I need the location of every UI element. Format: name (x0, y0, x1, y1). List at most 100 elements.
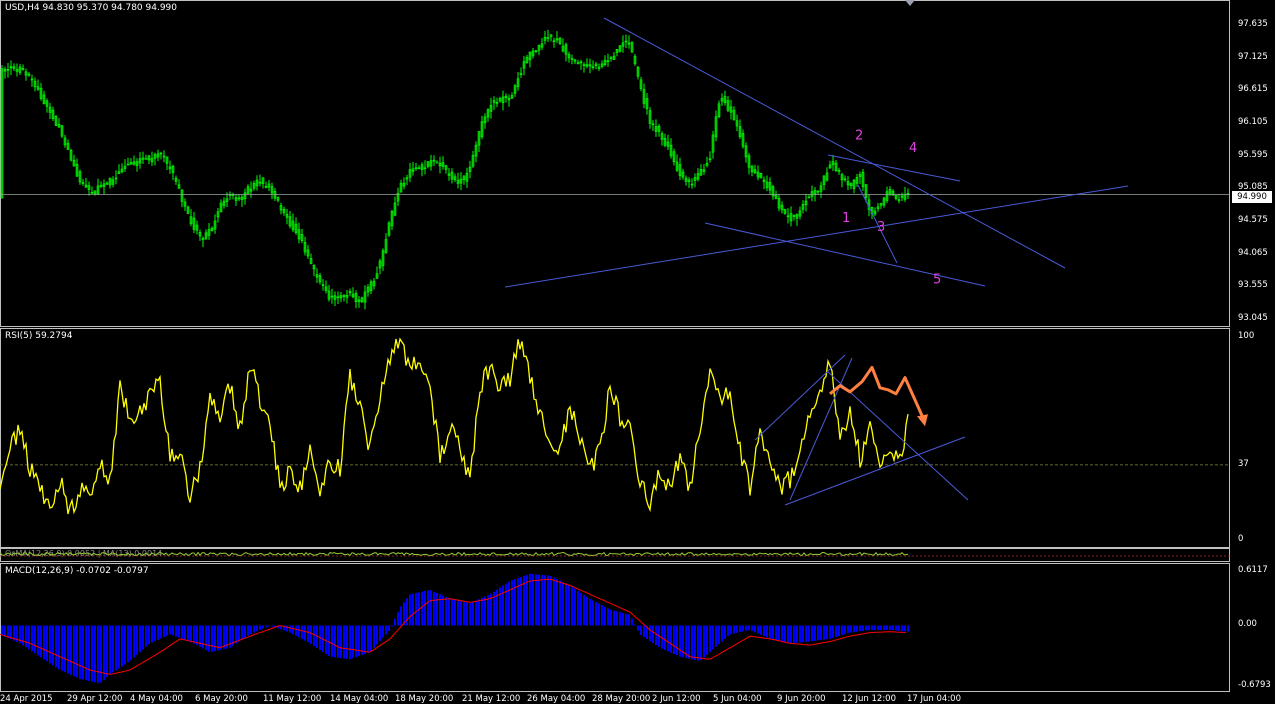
macd-histogram-bar (241, 625, 243, 640)
rsi-trendline (789, 357, 853, 501)
macd-histogram-bar (382, 625, 384, 638)
macd-histogram-bar (355, 625, 357, 658)
macd-histogram-bar (445, 596, 447, 626)
macd-histogram-bar (55, 625, 57, 668)
macd-histogram-bar (463, 601, 465, 626)
macd-histogram-bar (601, 605, 603, 626)
macd-histogram-bar (262, 625, 264, 629)
macd-histogram-bar (91, 625, 93, 682)
macd-histogram-bar (190, 625, 192, 643)
time-axis: 24 Apr 2015 29 Apr 12:00 4 May 04:00 6 May … (0, 692, 1275, 704)
macd-histogram-bar (160, 625, 162, 639)
macd-histogram-bar (544, 575, 546, 626)
macd-histogram-bar (556, 579, 558, 626)
price-trendline (504, 185, 1129, 288)
macd-histogram-bar (79, 625, 81, 679)
wave-label: 2 (855, 128, 863, 143)
macd-histogram-bar (34, 625, 36, 654)
macd-histogram-bar (889, 625, 891, 630)
macd-histogram-bar (154, 625, 156, 642)
macd-histogram-bar (64, 625, 66, 673)
macd-histogram-bar (835, 625, 837, 637)
wave-label: 1 (842, 211, 850, 226)
macd-histogram-bar (673, 625, 675, 654)
macd-histogram-bar (358, 625, 360, 657)
macd-histogram-bar (874, 625, 876, 630)
macd-histogram-bar (370, 625, 372, 652)
macd-histogram-bar (409, 594, 411, 626)
macd-histogram-bar (295, 625, 297, 636)
macd-histogram-bar (760, 625, 762, 635)
macd-histogram-bar (502, 585, 504, 626)
macd-histogram-bar (703, 625, 705, 658)
macd-histogram-bar (832, 625, 834, 638)
macd-histogram-bar (577, 590, 579, 626)
price-tick-label: 96.615 (1238, 84, 1268, 95)
macd-histogram-bar (439, 594, 441, 626)
macd-histogram-bar (118, 625, 120, 669)
macd-histogram-bar (517, 578, 519, 626)
macd-histogram-bar (640, 625, 642, 636)
macd-histogram-bar (148, 625, 150, 645)
macd-histogram-bar (106, 625, 108, 678)
macd-histogram-bar (124, 625, 126, 665)
macd-histogram-bar (769, 625, 771, 639)
macd-histogram-bar (748, 625, 750, 631)
macd-histogram-bar (52, 625, 54, 666)
macd-histogram-bar (151, 625, 153, 643)
macd-histogram-bar (178, 625, 180, 638)
macd-histogram-bar (454, 599, 456, 626)
macd-histogram-bar (37, 625, 39, 656)
macd-histogram-bar (736, 625, 738, 633)
macd-histogram-bar (706, 625, 708, 655)
macd-histogram-bar (268, 625, 270, 627)
macd-histogram-bar (733, 625, 735, 634)
macd-histogram-bar (700, 625, 702, 661)
macd-histogram-bar (622, 612, 624, 626)
macd-histogram-bar (628, 614, 630, 626)
macd-histogram-bar (616, 611, 618, 626)
macd-histogram-bar (472, 601, 474, 626)
macd-histogram-bar (775, 625, 777, 641)
macd-histogram-bar (877, 625, 879, 630)
macd-histogram-bar (256, 625, 258, 632)
macd-histogram-bar (31, 625, 33, 652)
macd-histogram-bar (208, 625, 210, 652)
macd-histogram-bar (844, 625, 846, 635)
macd-histogram-bar (391, 625, 393, 627)
macd-histogram-bar (340, 625, 342, 659)
macd-histogram-bar (181, 625, 183, 639)
macd-histogram-bar (676, 625, 678, 656)
macd-histogram-bar (205, 625, 207, 651)
macd-histogram-bar (352, 625, 354, 659)
macd-histogram-bar (337, 625, 339, 658)
wave-label: 5 (933, 273, 941, 288)
macd-tick-label: 0.6117 (1238, 565, 1268, 575)
macd-histogram-bar (133, 625, 135, 658)
macd-histogram-bar (331, 625, 333, 657)
macd-histogram-bar (136, 625, 138, 655)
macd-histogram-bar (433, 591, 435, 626)
price-trendline (704, 222, 986, 287)
macd-histogram-bar (514, 579, 516, 626)
macd-histogram-bar (598, 603, 600, 626)
macd-histogram-bar (367, 625, 369, 653)
osma-line (0, 551, 909, 557)
macd-histogram-bar (448, 598, 450, 626)
macd-histogram-bar (634, 624, 636, 626)
macd-histogram-bar (505, 583, 507, 626)
macd-histogram-bar (547, 575, 549, 626)
macd-histogram-bar (595, 601, 597, 626)
price-tick-label: 94.575 (1238, 215, 1268, 226)
macd-histogram-bar (826, 625, 828, 640)
macd-histogram-bar (175, 625, 177, 637)
macd-histogram-bar (604, 606, 606, 626)
macd-histogram-bar (94, 625, 96, 683)
macd-histogram-bar (718, 625, 720, 645)
macd-y-axis: 0.6117 0.00 -0.6793 (1230, 563, 1275, 692)
macd-histogram-bar (799, 625, 801, 643)
macd-histogram-bar (67, 625, 69, 674)
macd-histogram-bar (802, 625, 804, 643)
macd-histogram-bar (112, 625, 114, 673)
macd-histogram-bar (157, 625, 159, 640)
